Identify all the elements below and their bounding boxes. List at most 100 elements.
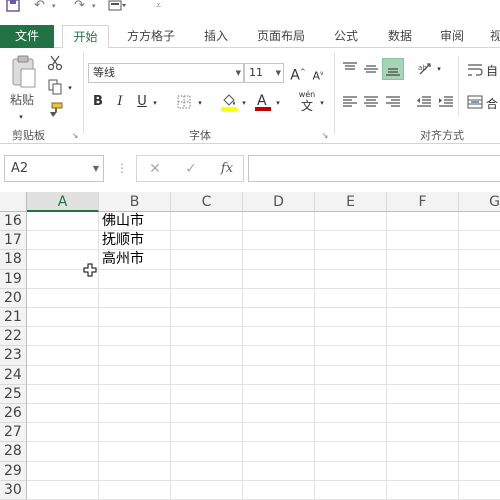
tab-page-layout[interactable]: 页面布局	[250, 25, 312, 48]
decrease-font-size-icon[interactable]: Av	[311, 66, 325, 85]
border-dropdown-icon[interactable]: ▾	[196, 95, 204, 111]
row-header-28[interactable]: 28	[0, 442, 27, 462]
tab-formulas[interactable]: 公式	[326, 25, 366, 48]
fill-color-icon[interactable]	[220, 92, 238, 112]
tab-review[interactable]: 审阅	[432, 25, 472, 48]
select-all-corner[interactable]	[0, 192, 27, 212]
copy-dropdown-icon[interactable]: ▾	[66, 80, 74, 96]
decrease-indent-icon[interactable]	[414, 94, 434, 110]
column-header-e[interactable]: E	[315, 192, 387, 212]
column-header-b[interactable]: B	[99, 192, 171, 212]
align-middle-icon[interactable]	[361, 60, 381, 78]
save-icon[interactable]	[6, 0, 20, 14]
gridline	[386, 212, 387, 500]
row-header-18[interactable]: 18	[0, 250, 27, 270]
gridline	[27, 345, 500, 347]
row-header-20[interactable]: 20	[0, 288, 27, 308]
paste-dropdown-icon[interactable]: ▾	[16, 109, 26, 125]
name-box[interactable]: A2 ▼	[4, 155, 104, 182]
fill-color-dropdown-icon[interactable]: ▾	[240, 95, 248, 111]
tab-insert[interactable]: 插入	[196, 25, 236, 48]
chevron-down-icon: ▼	[92, 164, 99, 173]
worksheet-grid[interactable]: A B C D E F G 16 17 18 19 20 21 22 23 24 25 26 27 28…	[0, 192, 500, 500]
customize-qat-icon[interactable]: ⩡	[156, 0, 166, 14]
column-header-a[interactable]: A	[27, 192, 99, 212]
row-header-29[interactable]: 29	[0, 461, 27, 481]
font-name-select[interactable]: 等线 ▼	[88, 63, 244, 83]
merge-center-icon[interactable]	[466, 94, 484, 110]
cancel-icon[interactable]: ✕	[147, 161, 163, 177]
column-header-c[interactable]: C	[171, 192, 243, 212]
row-header-19[interactable]: 19	[0, 269, 27, 289]
row-header-23[interactable]: 23	[0, 346, 27, 366]
increase-indent-icon[interactable]	[436, 94, 456, 110]
undo-icon[interactable]: ↶	[34, 0, 52, 14]
formula-bar-grip-icon[interactable]: ⋮	[116, 160, 128, 176]
orientation-icon[interactable]: ab	[416, 60, 434, 78]
cell-b17[interactable]: 抚顺市	[99, 231, 144, 249]
row-header-22[interactable]: 22	[0, 327, 27, 347]
tab-fangfang[interactable]: 方方格子	[118, 25, 184, 48]
column-header-g[interactable]: G	[459, 192, 500, 212]
phonetic-guide-icon[interactable]: wén 文	[296, 90, 318, 113]
font-launcher-icon[interactable]: ↘	[320, 128, 330, 144]
bold-button[interactable]: B	[92, 94, 104, 110]
underline-button[interactable]: U	[136, 94, 148, 110]
cut-icon[interactable]	[46, 54, 64, 72]
form-icon[interactable]	[108, 0, 128, 14]
copy-icon[interactable]	[46, 78, 64, 96]
tab-file[interactable]: 文件	[0, 25, 54, 48]
redo-dropdown-icon[interactable]: ▾	[92, 0, 100, 14]
row-header-30[interactable]: 30	[0, 480, 27, 500]
increase-font-size-icon[interactable]: A^	[290, 64, 306, 84]
row-header-25[interactable]: 25	[0, 384, 27, 404]
redo-icon[interactable]: ↷	[74, 0, 92, 14]
tab-view[interactable]: 视	[486, 25, 500, 48]
border-icon[interactable]	[176, 94, 192, 110]
formula-input[interactable]	[248, 155, 500, 182]
align-right-icon[interactable]	[383, 94, 403, 110]
gridline	[27, 403, 500, 404]
cell-b18[interactable]: 高州市	[99, 250, 144, 268]
undo-dropdown-icon[interactable]: ▾	[52, 0, 60, 14]
row-header-16[interactable]: 16	[0, 212, 27, 232]
align-center-icon[interactable]	[361, 94, 381, 110]
underline-dropdown-icon[interactable]: ▾	[151, 95, 159, 111]
move-cursor-icon	[83, 263, 97, 277]
gridline	[27, 422, 500, 424]
font-size-select[interactable]: 11 ▼	[244, 63, 284, 83]
paste-icon[interactable]	[6, 54, 40, 90]
clipboard-launcher-icon[interactable]: ↘	[70, 128, 80, 144]
wrap-text-label[interactable]: 自	[486, 62, 498, 79]
gridline	[458, 212, 459, 500]
orientation-dropdown-icon[interactable]: ▾	[435, 61, 443, 77]
gridline	[314, 212, 315, 500]
font-color-icon[interactable]: A	[254, 92, 272, 112]
column-header-d[interactable]: D	[243, 192, 315, 212]
align-left-icon[interactable]	[340, 94, 360, 110]
tab-data[interactable]: 数据	[380, 25, 420, 48]
paste-label[interactable]: 粘贴	[10, 91, 34, 108]
row-header-26[interactable]: 26	[0, 404, 27, 424]
gridline	[27, 441, 500, 443]
align-top-icon[interactable]	[340, 60, 360, 78]
fx-icon[interactable]: fx	[217, 161, 237, 177]
row-header-21[interactable]: 21	[0, 308, 27, 328]
column-header-f[interactable]: F	[387, 192, 459, 212]
gridline	[27, 383, 500, 385]
row-header-24[interactable]: 24	[0, 365, 27, 385]
wrap-text-icon[interactable]	[466, 62, 484, 78]
cell-b16[interactable]: 佛山市	[99, 212, 144, 230]
enter-icon[interactable]: ✓	[183, 161, 199, 177]
font-color-dropdown-icon[interactable]: ▾	[274, 95, 282, 111]
gridline	[27, 326, 500, 328]
tab-home[interactable]: 开始	[62, 25, 109, 49]
row-header-27[interactable]: 27	[0, 423, 27, 443]
italic-button[interactable]: I	[114, 94, 126, 110]
row-header-17[interactable]: 17	[0, 231, 27, 251]
merge-center-label[interactable]: 合	[486, 95, 498, 112]
gridline	[27, 364, 500, 366]
phonetic-dropdown-icon[interactable]: ▾	[318, 95, 326, 111]
align-bottom-icon[interactable]	[382, 58, 404, 80]
format-painter-icon[interactable]	[46, 101, 64, 119]
